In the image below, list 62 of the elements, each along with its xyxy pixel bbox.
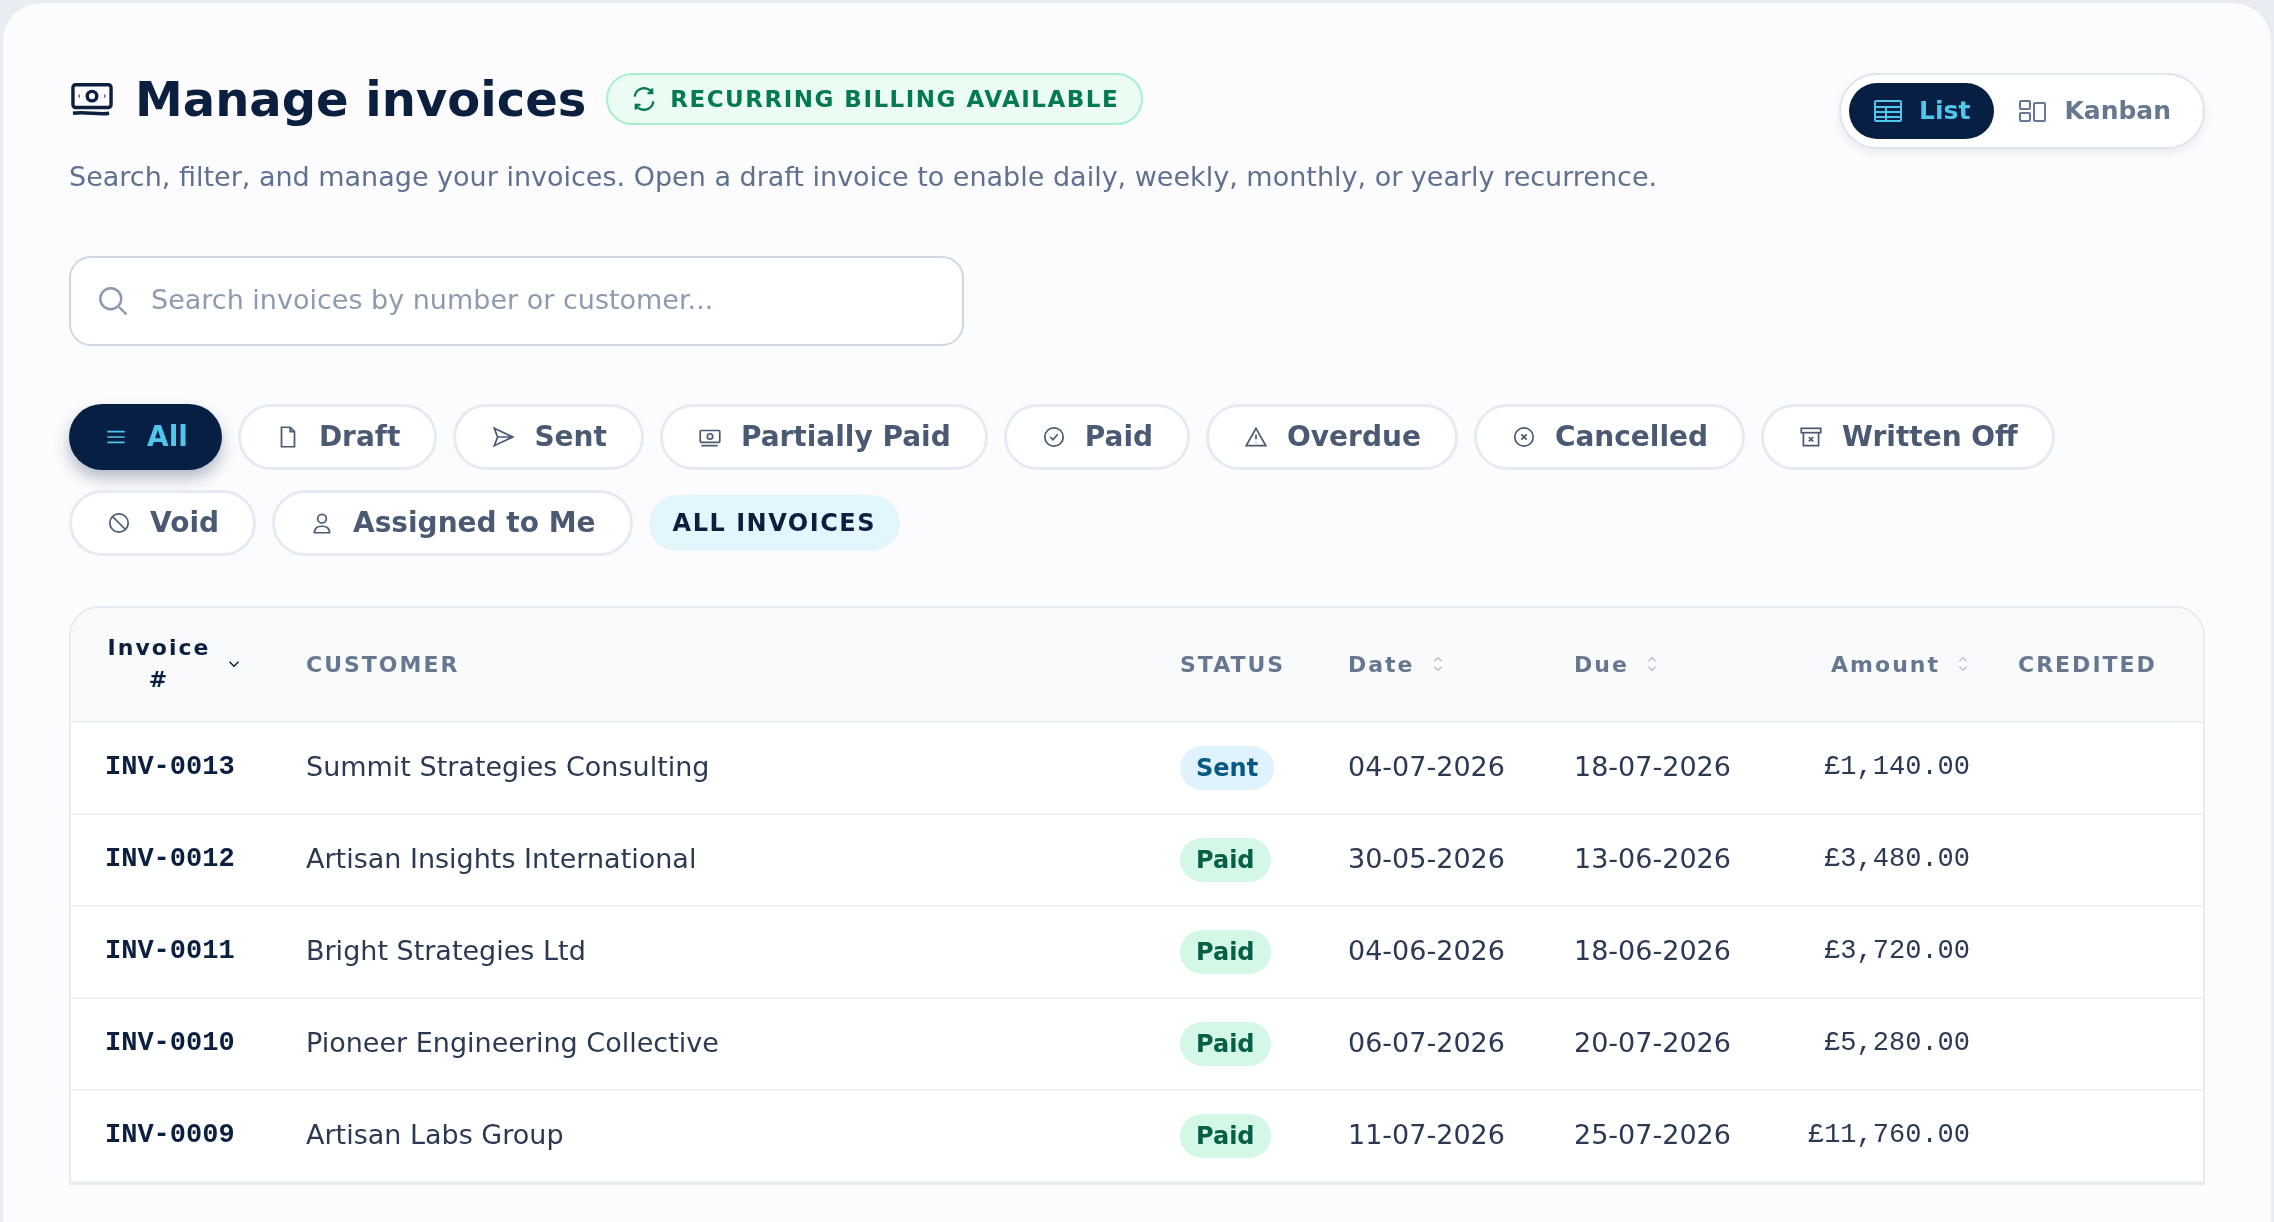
filter-chip[interactable]: Written Off (1761, 403, 2055, 470)
filter-chip[interactable]: Draft (237, 403, 438, 470)
status-badge: Paid (1180, 1113, 1271, 1158)
due-date: 25-07-2026 (1573, 1118, 1732, 1153)
filter-chip[interactable]: All (69, 403, 222, 470)
table-row[interactable]: INV-0009 Artisan Labs Group Paid 11-07-2026 25-07-2026 £11,760.00 (71, 1090, 2203, 1183)
column-header: CREDITED (2018, 650, 2157, 679)
invoice-number: INV-0011 (104, 935, 236, 969)
search-input[interactable]: Search invoices by number or customer... (151, 280, 938, 321)
status-badge: Sent (1180, 745, 1275, 790)
column-header[interactable]: Date (1348, 647, 1415, 681)
filter-chip[interactable]: Void (69, 489, 256, 556)
table-icon (1873, 99, 1904, 123)
invoice-number: INV-0009 (104, 1119, 236, 1153)
filter-chip[interactable]: Cancelled (1473, 403, 1746, 470)
invoice-date: 04-06-2026 (1347, 934, 1506, 969)
filter-chip[interactable]: Assigned to Me (272, 489, 633, 556)
table-row[interactable]: INV-0012 Artisan Insights International Paid 30-05-2026 13-06-2026 £3,480.00 (71, 814, 2203, 907)
invoice-amount: £11,760.00 (1806, 1119, 1971, 1153)
invoice-date: 11-07-2026 (1347, 1118, 1506, 1153)
due-date: 13-06-2026 (1573, 842, 1732, 877)
table-row[interactable]: INV-0010 Pioneer Engineering Collective Paid 06-07-2026 20-07-2026 £5,280.00 (71, 998, 2203, 1091)
customer-name: Summit Strategies Consulting (305, 750, 711, 785)
status-badge: Paid (1180, 837, 1271, 882)
filter-chip[interactable]: Paid (1003, 403, 1191, 470)
invoice-amount: £1,140.00 (1823, 751, 1971, 785)
customer-name: Bright Strategies Ltd (305, 934, 587, 969)
search-field[interactable]: Search invoices by number or customer... (69, 255, 964, 346)
view-tab[interactable]: List (1849, 83, 1995, 139)
invoice-date: 30-05-2026 (1347, 842, 1506, 877)
page-subtitle: Search, filter, and manage your invoices. Open a draft invoice to enable daily, weekly, monthly, or yearly recurrence. (69, 160, 1658, 194)
column-header[interactable]: Invoice # (105, 632, 213, 696)
customer-name: Pioneer Engineering Collective (305, 1026, 720, 1061)
invoice-amount: £3,720.00 (1823, 935, 1971, 969)
invoice-amount: £3,480.00 (1823, 843, 1971, 877)
sort-icon (1956, 655, 1970, 673)
column-header[interactable]: Amount (1831, 647, 1940, 681)
due-date: 18-07-2026 (1573, 750, 1732, 785)
invoice-number: INV-0012 (104, 843, 236, 877)
table-row[interactable]: INV-0011 Bright Strategies Ltd Paid 04-06-2026 18-06-2026 £3,720.00 (71, 906, 2203, 999)
invoice-number: INV-0010 (104, 1027, 236, 1061)
due-date: 20-07-2026 (1573, 1026, 1732, 1061)
columns-icon (2018, 99, 2049, 123)
customer-name: Artisan Insights International (305, 842, 698, 877)
customer-name: Artisan Labs Group (305, 1118, 565, 1153)
filter-chip[interactable]: Partially Paid (659, 403, 988, 470)
invoice-number: INV-0013 (104, 751, 236, 785)
filter-chip[interactable]: Overdue (1206, 403, 1458, 470)
invoice-date: 04-07-2026 (1347, 750, 1506, 785)
view-tab[interactable]: Kanban (1994, 83, 2195, 139)
column-header: CUSTOMER (306, 650, 460, 679)
table-row[interactable]: INV-0013 Summit Strategies Consulting Sent 04-07-2026 18-07-2026 £1,140.00 (71, 722, 2203, 815)
status-badge: Paid (1180, 929, 1271, 974)
invoice-date: 06-07-2026 (1347, 1026, 1506, 1061)
tag-label: ALL INVOICES (648, 494, 900, 551)
invoice-amount: £5,280.00 (1823, 1027, 1971, 1061)
status-badge: Paid (1180, 1021, 1271, 1066)
column-header: STATUS (1180, 650, 1286, 679)
column-header[interactable]: Due (1574, 647, 1629, 681)
due-date: 18-06-2026 (1573, 934, 1732, 969)
status-badge: RECURRING BILLING AVAILABLE (606, 73, 1144, 125)
filter-chip[interactable]: Sent (453, 403, 644, 470)
